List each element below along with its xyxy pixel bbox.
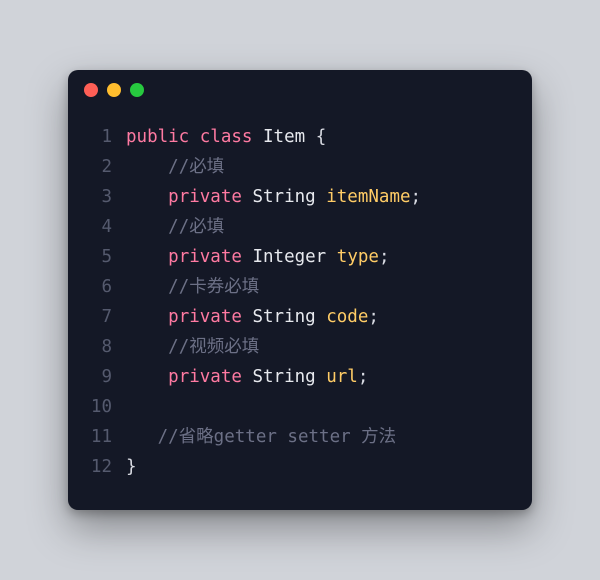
- token-plain: [326, 247, 337, 267]
- line-content: private Integer type;: [126, 242, 389, 272]
- token-kw: private: [168, 247, 242, 267]
- code-line: 9 private String url;: [82, 362, 512, 392]
- line-content: private String code;: [126, 302, 379, 332]
- token-ident: type: [337, 247, 379, 267]
- line-content: private String itemName;: [126, 182, 421, 212]
- token-plain: [316, 367, 327, 387]
- code-line: 7 private String code;: [82, 302, 512, 332]
- token-plain: [189, 127, 200, 147]
- line-number: 5: [82, 242, 126, 272]
- line-content: //必填: [126, 152, 224, 182]
- code-area: 1public class Item {2 //必填3 private Stri…: [68, 110, 532, 510]
- token-plain: [252, 127, 263, 147]
- code-line: 12}: [82, 452, 512, 482]
- code-line: 5 private Integer type;: [82, 242, 512, 272]
- token-comment: //视频必填: [168, 337, 259, 357]
- code-line: 3 private String itemName;: [82, 182, 512, 212]
- token-type: String: [252, 307, 315, 327]
- token-type: String: [252, 187, 315, 207]
- token-punct: ;: [379, 247, 390, 267]
- token-ident: code: [326, 307, 368, 327]
- token-kw: public: [126, 127, 189, 147]
- indent: [126, 367, 168, 387]
- token-plain: [305, 127, 316, 147]
- token-punct: ;: [411, 187, 422, 207]
- token-type: Integer: [252, 247, 326, 267]
- token-kw: private: [168, 367, 242, 387]
- token-comment: //卡券必填: [168, 277, 259, 297]
- code-line: 10: [82, 392, 512, 422]
- token-plain: [242, 367, 253, 387]
- token-type: Item: [263, 127, 305, 147]
- token-punct: }: [126, 457, 137, 477]
- line-content: private String url;: [126, 362, 368, 392]
- line-number: 10: [82, 392, 126, 422]
- line-number: 9: [82, 362, 126, 392]
- line-content: //必填: [126, 212, 224, 242]
- line-number: 6: [82, 272, 126, 302]
- token-comment: //省略getter setter 方法: [158, 427, 397, 447]
- indent: [126, 187, 168, 207]
- token-plain: [242, 247, 253, 267]
- line-number: 3: [82, 182, 126, 212]
- close-icon[interactable]: [84, 83, 98, 97]
- code-line: 11 //省略getter setter 方法: [82, 422, 512, 452]
- token-comment: //必填: [168, 157, 224, 177]
- line-content: //卡券必填: [126, 272, 259, 302]
- indent: [126, 427, 158, 447]
- token-plain: [242, 187, 253, 207]
- token-punct: ;: [368, 307, 379, 327]
- code-line: 1public class Item {: [82, 122, 512, 152]
- code-line: 8 //视频必填: [82, 332, 512, 362]
- token-punct: {: [316, 127, 327, 147]
- indent: [126, 337, 168, 357]
- code-window: 1public class Item {2 //必填3 private Stri…: [68, 70, 532, 510]
- line-content: }: [126, 452, 137, 482]
- token-kw: private: [168, 307, 242, 327]
- line-number: 11: [82, 422, 126, 452]
- indent: [126, 217, 168, 237]
- token-plain: [242, 307, 253, 327]
- token-ident: itemName: [326, 187, 410, 207]
- line-content: public class Item {: [126, 122, 326, 152]
- token-kw: class: [200, 127, 253, 147]
- code-line: 4 //必填: [82, 212, 512, 242]
- token-punct: ;: [358, 367, 369, 387]
- token-kw: private: [168, 187, 242, 207]
- line-number: 12: [82, 452, 126, 482]
- line-number: 4: [82, 212, 126, 242]
- token-plain: [316, 307, 327, 327]
- line-content: //省略getter setter 方法: [126, 422, 396, 452]
- line-content: //视频必填: [126, 332, 259, 362]
- indent: [126, 247, 168, 267]
- token-type: String: [252, 367, 315, 387]
- page-stage: 1public class Item {2 //必填3 private Stri…: [0, 0, 600, 580]
- indent: [126, 307, 168, 327]
- token-plain: [316, 187, 327, 207]
- line-number: 7: [82, 302, 126, 332]
- token-comment: //必填: [168, 217, 224, 237]
- indent: [126, 157, 168, 177]
- code-line: 6 //卡券必填: [82, 272, 512, 302]
- line-number: 2: [82, 152, 126, 182]
- line-number: 1: [82, 122, 126, 152]
- window-titlebar: [68, 70, 532, 110]
- indent: [126, 277, 168, 297]
- code-line: 2 //必填: [82, 152, 512, 182]
- line-number: 8: [82, 332, 126, 362]
- zoom-icon[interactable]: [130, 83, 144, 97]
- minimize-icon[interactable]: [107, 83, 121, 97]
- token-ident: url: [326, 367, 358, 387]
